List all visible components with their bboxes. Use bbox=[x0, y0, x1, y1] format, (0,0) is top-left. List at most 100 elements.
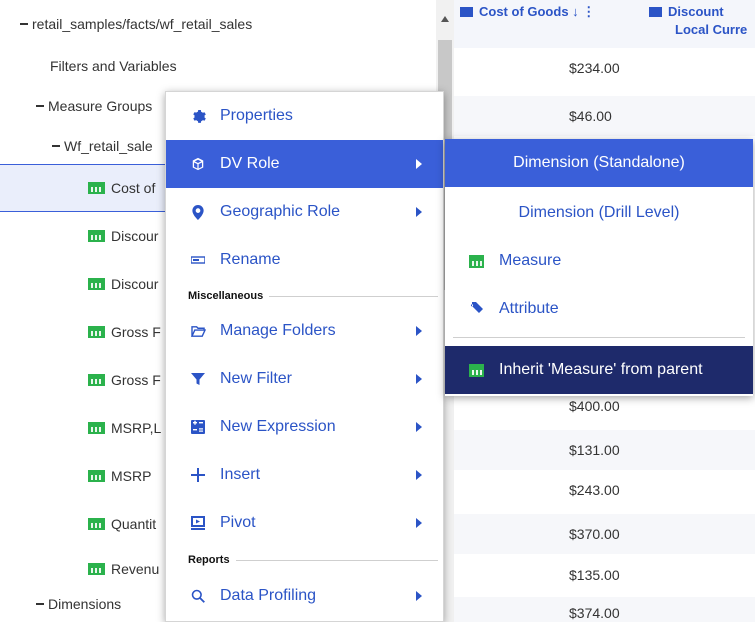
column-header-discount[interactable]: Discount Local Curre bbox=[649, 4, 747, 37]
grid-cell: $243.00 bbox=[454, 470, 755, 510]
menu-item-properties[interactable]: Properties bbox=[166, 92, 443, 140]
measure-icon bbox=[467, 254, 485, 268]
tree-node-label: retail_samples/facts/wf_retail_sales bbox=[32, 16, 253, 32]
tree-node-root[interactable]: retail_samples/facts/wf_retail_sales bbox=[0, 0, 436, 48]
attribute-icon bbox=[467, 302, 485, 316]
tree-node-label: Measure Groups bbox=[48, 98, 153, 114]
tree-node-label: Discour bbox=[111, 276, 159, 292]
measure-icon bbox=[88, 470, 105, 482]
chevron-right-icon bbox=[416, 207, 422, 217]
menu-item-rename[interactable]: Rename bbox=[166, 236, 443, 284]
menu-item-insert[interactable]: Insert bbox=[166, 451, 443, 499]
collapse-icon[interactable] bbox=[52, 145, 60, 147]
tree-node-label: Discour bbox=[111, 228, 159, 244]
folder-icon bbox=[186, 325, 210, 338]
column-header-cost-of-goods[interactable]: Cost of Goods ↓ ⋮ bbox=[460, 4, 595, 20]
tree-node-label: Quantit bbox=[111, 516, 157, 532]
cell-value: $135.00 bbox=[569, 567, 620, 583]
collapse-icon[interactable] bbox=[36, 105, 44, 107]
filter-icon bbox=[186, 372, 210, 386]
menu-section-label: Reports bbox=[188, 554, 230, 566]
submenu-item-dimension-standalone[interactable]: Dimension (Standalone) bbox=[445, 139, 753, 187]
menu-item-label: Rename bbox=[220, 251, 281, 268]
menu-item-manage-folders[interactable]: Manage Folders bbox=[166, 307, 443, 355]
submenu-item-dimension-drill-level[interactable]: Dimension (Drill Level) bbox=[445, 189, 753, 237]
measure-icon bbox=[649, 7, 662, 17]
cell-value: $400.00 bbox=[569, 398, 620, 414]
menu-section-miscellaneous: Miscellaneous bbox=[188, 290, 438, 302]
cell-value: $131.00 bbox=[569, 442, 620, 458]
menu-item-label: Insert bbox=[220, 466, 261, 483]
menu-item-new-filter[interactable]: New Filter bbox=[166, 355, 443, 403]
chevron-right-icon bbox=[416, 470, 422, 480]
tree-node-label: Dimensions bbox=[48, 596, 122, 612]
chevron-right-icon bbox=[416, 374, 422, 384]
chevron-right-icon bbox=[416, 518, 422, 528]
rename-icon bbox=[186, 256, 210, 264]
chevron-right-icon bbox=[416, 422, 422, 432]
grid-cell: $374.00 bbox=[454, 597, 755, 622]
measure-icon bbox=[467, 363, 485, 377]
submenu-item-label: Inherit 'Measure' from parent bbox=[499, 361, 703, 378]
tree-node-label: Gross F bbox=[111, 324, 161, 340]
grid-cell: $135.00 bbox=[454, 555, 755, 595]
context-menu: Properties DV Role Geographic Role Renam… bbox=[165, 91, 444, 622]
scroll-up-arrow-icon[interactable] bbox=[436, 10, 454, 22]
measure-icon bbox=[88, 230, 105, 242]
cell-value: $374.00 bbox=[569, 605, 620, 621]
menu-section-label: Miscellaneous bbox=[188, 290, 264, 302]
map-pin-icon bbox=[186, 204, 210, 220]
submenu-item-inherit-measure[interactable]: Inherit 'Measure' from parent bbox=[445, 346, 753, 394]
column-header-sublabel: Local Curre bbox=[675, 22, 748, 37]
measure-icon bbox=[88, 326, 105, 338]
collapse-icon[interactable] bbox=[20, 23, 28, 25]
collapse-icon[interactable] bbox=[36, 603, 44, 605]
grid-cell: $131.00 bbox=[454, 430, 755, 470]
cell-value: $370.00 bbox=[569, 526, 620, 542]
grid-cell: $234.00 bbox=[454, 48, 755, 88]
menu-item-data-profiling[interactable]: Data Profiling bbox=[166, 572, 443, 620]
tree-node-label: Wf_retail_sale bbox=[64, 138, 153, 154]
menu-item-pivot[interactable]: Pivot bbox=[166, 499, 443, 547]
gear-icon bbox=[186, 109, 210, 124]
grid-cell: $46.00 bbox=[454, 96, 755, 136]
chevron-right-icon bbox=[416, 326, 422, 336]
submenu-item-attribute[interactable]: Attribute bbox=[445, 285, 753, 333]
menu-item-dv-role[interactable]: DV Role bbox=[166, 140, 443, 188]
measure-icon bbox=[88, 374, 105, 386]
menu-item-geographic-role[interactable]: Geographic Role bbox=[166, 188, 443, 236]
cell-value: $234.00 bbox=[569, 60, 620, 76]
submenu-item-label: Measure bbox=[499, 252, 562, 269]
menu-divider bbox=[269, 295, 438, 297]
tree-node-label: MSRP,L bbox=[111, 420, 162, 436]
menu-section-reports: Reports bbox=[188, 554, 438, 566]
cell-value: $243.00 bbox=[569, 482, 620, 498]
menu-item-label: Data Profiling bbox=[220, 587, 317, 604]
measure-icon bbox=[88, 518, 105, 530]
menu-item-label: Manage Folders bbox=[220, 322, 336, 339]
submenu-item-measure[interactable]: Measure bbox=[445, 237, 753, 285]
plus-icon bbox=[186, 468, 210, 482]
tree-node-label: MSRP bbox=[111, 468, 152, 484]
search-icon bbox=[186, 589, 210, 603]
menu-item-new-expression[interactable]: New Expression bbox=[166, 403, 443, 451]
cell-value: $46.00 bbox=[569, 108, 612, 124]
measure-icon bbox=[460, 7, 473, 17]
measure-icon bbox=[88, 182, 105, 194]
submenu-item-label: Dimension (Standalone) bbox=[513, 154, 685, 171]
menu-item-label: New Filter bbox=[220, 370, 293, 387]
submenu-item-label: Attribute bbox=[499, 300, 559, 317]
column-header-label: Cost of Goods ↓ ⋮ bbox=[479, 4, 596, 19]
measure-icon bbox=[88, 278, 105, 290]
cube-icon bbox=[186, 157, 210, 171]
tree-node-label: Cost of bbox=[111, 180, 156, 196]
tree-node-label: Filters and Variables bbox=[50, 58, 177, 74]
dv-role-submenu: Dimension (Standalone) Dimension (Drill … bbox=[445, 139, 753, 396]
menu-item-label: DV Role bbox=[220, 155, 280, 172]
menu-divider bbox=[235, 559, 438, 561]
expression-icon bbox=[186, 420, 210, 434]
menu-item-label: Geographic Role bbox=[220, 203, 341, 220]
measure-icon bbox=[88, 422, 105, 434]
menu-item-label: Pivot bbox=[220, 514, 256, 531]
chevron-right-icon bbox=[416, 159, 422, 169]
